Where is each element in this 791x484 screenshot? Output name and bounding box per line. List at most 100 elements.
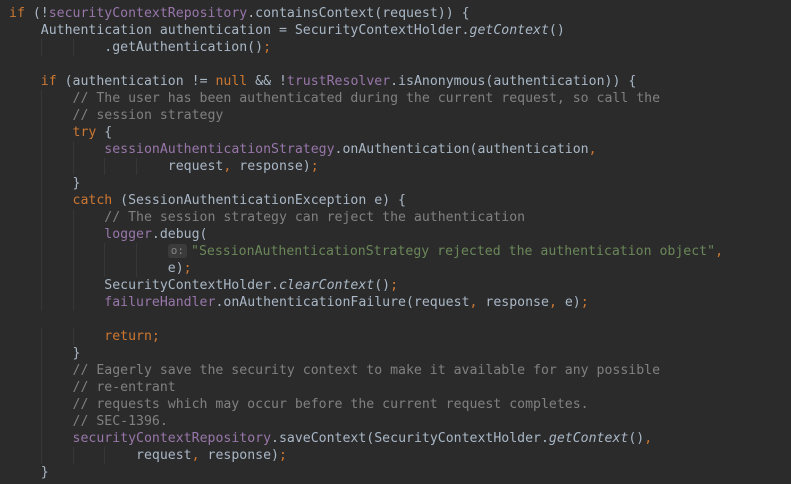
field-token: securityContextRepository <box>72 431 272 446</box>
indent-guide <box>72 39 74 56</box>
code-line[interactable]: } <box>9 175 791 192</box>
indent-guide <box>40 345 42 362</box>
indent-guide <box>72 328 74 345</box>
static-method-token: clearContext <box>278 278 375 293</box>
code-token: .saveContext(SecurityContextHolder. <box>271 431 549 446</box>
indent-guide <box>40 243 42 260</box>
indent-guide <box>40 413 42 430</box>
code-line[interactable]: .getAuthentication(); <box>9 39 791 56</box>
indent-guide <box>40 294 42 311</box>
keyword-token: , <box>191 448 200 463</box>
comment-token: // The session strategy can reject the a… <box>9 210 526 225</box>
comment-token: // Eagerly save the security context to … <box>9 363 661 378</box>
indent-guide <box>72 260 74 277</box>
code-line[interactable]: logger.debug( <box>9 226 791 243</box>
code-line[interactable]: // re-entrant <box>9 379 791 396</box>
code-line[interactable]: failureHandler.onAuthenticationFailure(r… <box>9 294 791 311</box>
code-line[interactable]: catch (SessionAuthenticationException e)… <box>9 192 791 209</box>
field-token: logger <box>104 227 152 242</box>
code-line[interactable]: // session strategy <box>9 107 791 124</box>
code-line[interactable]: // Eagerly save the security context to … <box>9 362 791 379</box>
static-method-token: getContext <box>548 431 629 446</box>
code-token: e) <box>9 261 184 276</box>
comment-token: // requests which may occur before the c… <box>9 397 589 412</box>
code-token: { <box>96 125 113 140</box>
keyword-token: if <box>40 74 57 89</box>
static-method-token: getContext <box>469 23 549 38</box>
keyword-token: ; <box>263 40 272 55</box>
indent-guide <box>104 447 106 464</box>
code-token: () <box>628 431 645 446</box>
code-line[interactable]: } <box>9 464 791 481</box>
code-line[interactable]: // The session strategy can reject the a… <box>9 209 791 226</box>
keyword-token: , <box>715 244 724 259</box>
code-line[interactable]: try { <box>9 124 791 141</box>
indent-guide <box>72 447 74 464</box>
code-token: request <box>9 448 192 463</box>
code-token: (SessionAuthenticationException e) { <box>112 193 406 208</box>
indent-guide <box>40 362 42 379</box>
indent-guide <box>72 226 74 243</box>
code-line[interactable]: if (!securityContextRepository.containsC… <box>9 5 791 22</box>
code-line[interactable]: Authentication authentication = Security… <box>9 22 791 39</box>
code-line[interactable]: e); <box>9 260 791 277</box>
keyword-token: , <box>644 431 653 446</box>
keyword-token: return; <box>104 329 160 344</box>
keyword-token: ; <box>278 448 287 463</box>
indent-guide <box>40 379 42 396</box>
parameter-hint: o: <box>167 244 188 258</box>
indent-guide <box>40 430 42 447</box>
comment-token: // re-entrant <box>9 380 176 395</box>
keyword-token: if <box>9 6 25 21</box>
code-line[interactable]: if (authentication != null && !trustReso… <box>9 73 791 90</box>
code-line[interactable]: return; <box>9 328 791 345</box>
code-token: .onAuthentication(authentication <box>334 142 589 157</box>
indent-guide <box>40 39 42 56</box>
code-token: .containsContext(request)) { <box>247 6 470 21</box>
keyword-token: null <box>215 74 248 89</box>
code-token: response) <box>231 159 311 174</box>
code-line[interactable]: o: "SessionAuthenticationStrategy rejecte… <box>9 243 791 260</box>
keyword-token: ; <box>580 295 589 310</box>
indent-guide <box>40 141 42 158</box>
indent-guide <box>72 277 74 294</box>
indent-guide <box>104 260 106 277</box>
code-line[interactable] <box>9 311 791 328</box>
code-area[interactable]: if (!securityContextRepository.containsC… <box>9 5 791 481</box>
code-line[interactable]: sessionAuthenticationStrategy.onAuthenti… <box>9 141 791 158</box>
field-token: securityContextRepository <box>48 6 248 21</box>
field-token: sessionAuthenticationStrategy <box>104 142 335 157</box>
code-line[interactable]: // The user has been authenticated durin… <box>9 90 791 107</box>
code-line[interactable]: // requests which may occur before the c… <box>9 396 791 413</box>
indent-guide <box>104 243 106 260</box>
keyword-token: , <box>588 142 597 157</box>
code-line[interactable]: } <box>9 345 791 362</box>
indent-guide <box>72 243 74 260</box>
code-line[interactable]: request, response); <box>9 447 791 464</box>
indent-guide <box>72 294 74 311</box>
keyword-token: catch <box>72 193 113 208</box>
code-token: } <box>9 346 81 361</box>
indent-guide <box>136 243 138 260</box>
code-token: && ! <box>247 74 287 89</box>
code-line[interactable]: securityContextRepository.saveContext(Se… <box>9 430 791 447</box>
comment-token: // The user has been authenticated durin… <box>9 91 661 106</box>
code-line[interactable]: // SEC-1396. <box>9 413 791 430</box>
keyword-token: ; <box>310 159 319 174</box>
field-token: failureHandler <box>104 295 216 310</box>
keyword-token: try <box>72 125 97 140</box>
code-line[interactable]: SecurityContextHolder.clearContext(); <box>9 277 791 294</box>
indent-guide <box>72 209 74 226</box>
indent-guide <box>40 90 42 107</box>
code-token: e) <box>556 295 581 310</box>
code-token: .onAuthenticationFailure(request <box>215 295 470 310</box>
indent-guide <box>104 158 106 175</box>
code-editor[interactable]: if (!securityContextRepository.containsC… <box>0 0 791 484</box>
field-token: trustResolver <box>286 74 391 89</box>
code-line[interactable] <box>9 56 791 73</box>
code-line[interactable]: request, response); <box>9 158 791 175</box>
